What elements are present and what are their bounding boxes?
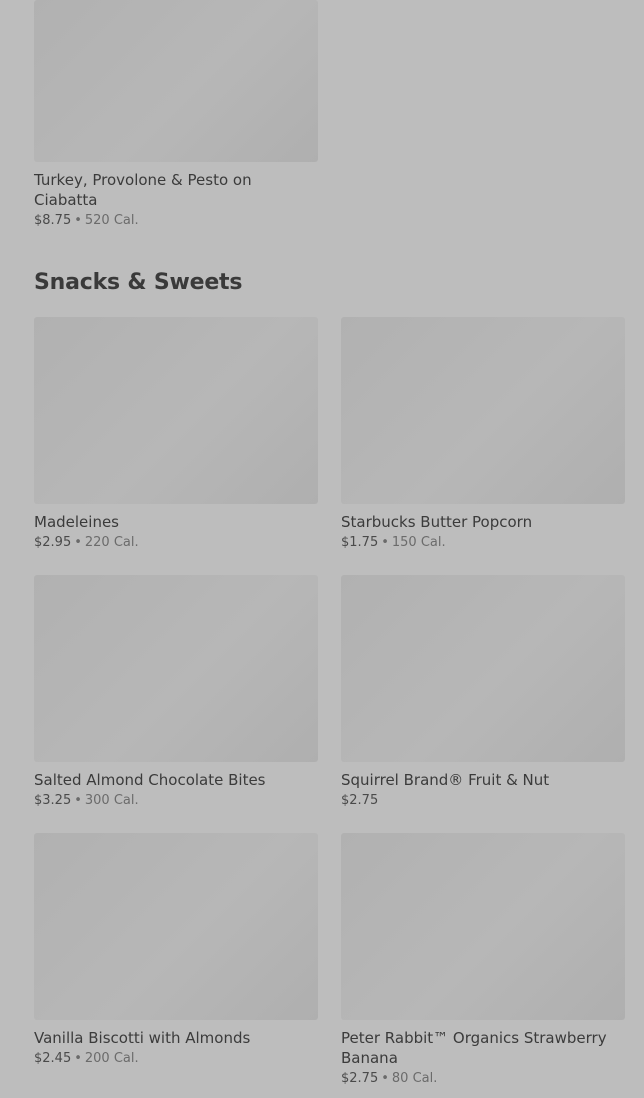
menu-item-card[interactable]: Peter Rabbit™ Organics Strawberry Banana… (341, 833, 625, 1088)
item-calories: 150 Cal. (391, 535, 446, 550)
menu-item-card[interactable]: Squirrel Brand® Fruit & Nut $2.75 (341, 575, 625, 810)
item-price: $2.95 (34, 535, 72, 550)
item-price: $3.25 (34, 793, 72, 808)
item-price: $1.75 (341, 535, 379, 550)
product-image (341, 575, 625, 762)
meta-separator: • (74, 1051, 82, 1066)
product-image (341, 833, 625, 1020)
product-image (34, 833, 318, 1020)
item-meta: $8.75 • 520 Cal. (34, 212, 318, 230)
item-meta: $2.95 • 220 Cal. (34, 534, 318, 552)
item-calories: 200 Cal. (84, 1051, 139, 1066)
item-calories: 300 Cal. (84, 793, 139, 808)
meta-separator: • (74, 535, 82, 550)
item-name: Turkey, Provolone & Pesto on Ciabatta (34, 171, 252, 209)
product-image (34, 575, 318, 762)
item-price: $8.75 (34, 213, 72, 228)
item-meta: $2.45 • 200 Cal. (34, 1050, 318, 1068)
meta-separator: • (74, 213, 82, 228)
product-image (341, 317, 625, 504)
item-meta: $1.75 • 150 Cal. (341, 534, 625, 552)
item-meta: $2.75 • 80 Cal. (341, 1070, 625, 1088)
menu-item-card[interactable]: Salted Almond Chocolate Bites $3.25 • 300 … (34, 575, 318, 810)
item-meta: $3.25 • 300 Cal. (34, 792, 318, 810)
item-price: $2.75 (341, 1071, 379, 1086)
menu-item-card[interactable]: Turkey, Provolone & Pesto on Ciabatta $8… (34, 0, 318, 230)
meta-separator: • (381, 535, 389, 550)
item-meta: $2.75 (341, 792, 625, 810)
item-price: $2.75 (341, 793, 379, 808)
item-name: Vanilla Biscotti with Almonds (34, 1029, 251, 1047)
menu-item-card[interactable]: Starbucks Butter Popcorn $1.75 • 150 Cal. (341, 317, 625, 552)
menu-item-card[interactable]: Madeleines $2.95 • 220 Cal. (34, 317, 318, 552)
item-name: Squirrel Brand® Fruit & Nut (341, 771, 550, 789)
product-image (34, 317, 318, 504)
item-name: Peter Rabbit™ Organics Strawberry Banana (341, 1029, 607, 1067)
item-name: Salted Almond Chocolate Bites (34, 771, 266, 789)
item-calories: 220 Cal. (84, 535, 139, 550)
menu-item-card[interactable]: Vanilla Biscotti with Almonds $2.45 • 200 … (34, 833, 318, 1068)
item-name: Madeleines (34, 513, 119, 531)
product-image (34, 0, 318, 162)
item-name: Starbucks Butter Popcorn (341, 513, 533, 531)
menu-page: Turkey, Provolone & Pesto on Ciabatta $8… (0, 0, 644, 1098)
meta-separator: • (74, 793, 82, 808)
item-calories: 80 Cal. (391, 1071, 438, 1086)
section-title: Snacks & Sweets (34, 270, 243, 295)
item-price: $2.45 (34, 1051, 72, 1066)
item-calories: 520 Cal. (84, 213, 139, 228)
meta-separator: • (381, 1071, 389, 1086)
